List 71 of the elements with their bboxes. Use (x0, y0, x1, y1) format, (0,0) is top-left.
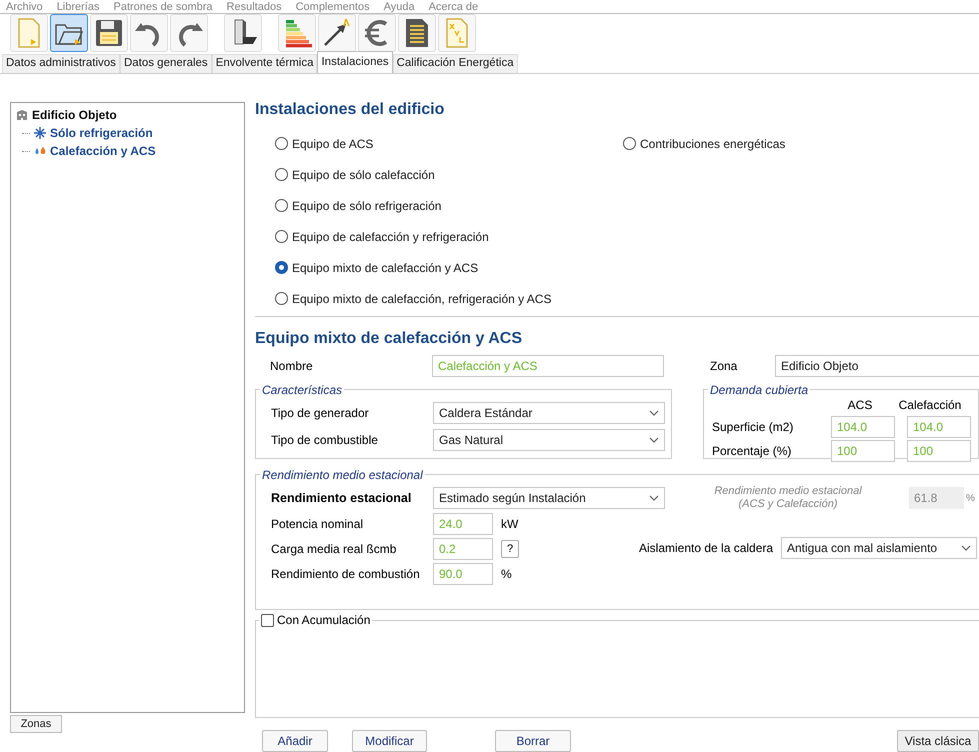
drop-and-flame-icon (34, 145, 46, 157)
checkbox[interactable] (261, 614, 274, 626)
radio-label: Equipo de calefacción y refrigeración (292, 228, 489, 246)
dropdown[interactable]: Antigua con mal aislamiento (781, 537, 977, 559)
radio-button[interactable] (275, 168, 288, 181)
classic-view-button[interactable]: Vista clásica (897, 730, 979, 752)
dropdown[interactable]: Estimado según Instalación (433, 487, 665, 509)
radio-label: Equipo mixto de calefacción, refrigeración y ACS (292, 290, 552, 308)
radio-label: Equipo de ACS (292, 136, 374, 152)
dropdown[interactable]: Caldera Estándar (433, 402, 665, 424)
tree-item[interactable]: Edificio Objeto (32, 106, 117, 124)
radio-label: Equipo mixto de calefacción y ACS (292, 260, 478, 276)
field-label: Nombre (269, 358, 314, 375)
field-label: Tipo de combustible (271, 432, 379, 449)
menu-item[interactable]: Complementos (296, 0, 370, 13)
menu-item[interactable]: Archivo (6, 0, 43, 13)
tree-item[interactable]: Calefacción y ACS (50, 142, 156, 160)
field-label: Zona (710, 358, 738, 375)
field-label: Porcentaje (%) (712, 443, 792, 460)
field-label: Carga media real ßcmb (271, 541, 398, 558)
tab[interactable]: Calificación Energética (392, 54, 518, 73)
field-label: Rendimiento estacional (271, 490, 412, 507)
field-label: Superficie (m2) (712, 419, 794, 436)
action-button[interactable]: Borrar (495, 730, 571, 752)
radio-button[interactable] (275, 292, 288, 305)
zones-button[interactable]: Zonas (10, 715, 62, 733)
menu-item[interactable]: Ayuda (384, 0, 415, 13)
readout-field: 61.8 (909, 487, 964, 509)
menu-item[interactable]: Librerías (56, 0, 100, 13)
column-header: Calefacción (898, 397, 962, 414)
field-label: Rendimiento de combustión (271, 566, 421, 583)
section-title: Instalaciones del edificio (255, 102, 446, 120)
tree-item[interactable]: Sólo refrigeración (50, 124, 153, 142)
radio-button[interactable] (275, 230, 288, 243)
field-label: Aislamiento de la caldera (639, 540, 774, 557)
column-header: ACS (846, 397, 874, 414)
form-title: Equipo mixto de calefacción y ACS (255, 329, 524, 349)
action-button[interactable]: Modificar (352, 730, 427, 752)
readout-label: (ACS y Calefacción) (738, 498, 838, 511)
unit-label: % (966, 492, 975, 506)
input-field[interactable]: Edificio Objeto (775, 355, 979, 377)
dropdown[interactable]: Gas Natural (433, 429, 665, 451)
tab[interactable]: Datos administrativos (2, 54, 120, 73)
radio-button[interactable] (275, 137, 288, 150)
field-label: Potencia nominal (271, 516, 364, 533)
checkbox-label: Con Acumulación (277, 612, 370, 629)
help-button[interactable]: ? (501, 540, 519, 558)
tab[interactable]: Instalaciones (317, 51, 393, 73)
snowflake-icon (34, 127, 46, 139)
chevron-down-icon (649, 410, 659, 416)
toolbar-button[interactable] (50, 14, 88, 52)
tab[interactable]: Envolvente térmica (212, 54, 318, 73)
radio-button[interactable] (275, 199, 288, 212)
action-button[interactable]: Añadir (262, 730, 328, 752)
unit-label: kW (501, 516, 518, 533)
radio-label: Equipo de sólo refrigeración (292, 198, 442, 214)
menu-item[interactable]: Resultados (226, 0, 282, 13)
readout-label: Rendimiento medio estacional (714, 485, 862, 498)
radio-button[interactable] (275, 261, 288, 274)
chevron-down-icon (961, 545, 971, 551)
radio-label: Contribuciones energéticas (640, 136, 786, 152)
chevron-down-icon (649, 437, 659, 443)
field-label: Tipo de generador (271, 405, 370, 422)
building-icon (16, 109, 28, 121)
menu-item[interactable]: Patrones de sombra (113, 0, 213, 13)
radio-button[interactable] (623, 137, 636, 150)
unit-label: % (501, 566, 512, 583)
tab[interactable]: Datos generales (120, 54, 212, 73)
menu-item[interactable]: Acerca de (428, 0, 478, 13)
radio-label: Equipo de sólo calefacción (292, 166, 435, 184)
chevron-down-icon (649, 495, 659, 501)
